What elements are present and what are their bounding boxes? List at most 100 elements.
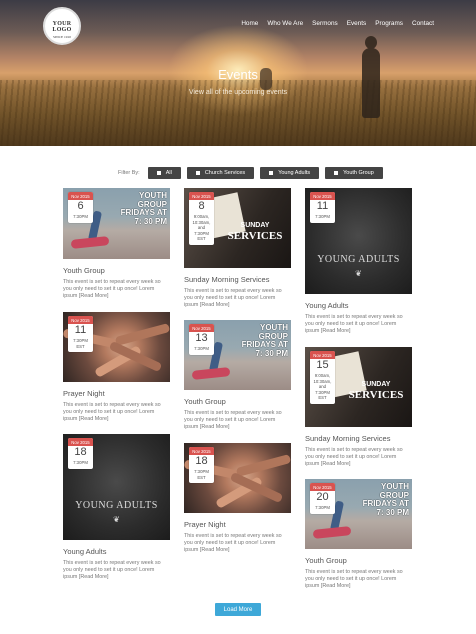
date-day: 20 [316,491,329,503]
filter-all-button[interactable]: All [147,167,181,179]
event-image-text: YOUTH GROUP FRIDAYS AT 7: 30 PM [241,323,288,358]
logo-text: YOUR LOGO [52,21,72,33]
nav-events[interactable]: Events [347,20,367,27]
hero-banner: YOUR LOGO SINCE 1910 Home Who We Are Ser… [0,0,476,146]
event-description: This event is set to repeat every week s… [63,402,161,422]
nav-who-we-are[interactable]: Who We Are [267,20,303,27]
event-card[interactable]: Nov 2015 11 7:30PM EST Prayer Night This eve… [63,312,170,423]
event-image[interactable]: Nov 2015 11 7:30PM EST [63,312,170,382]
date-day: 13 [195,332,208,344]
date-month: Nov 2015 [189,192,214,200]
filter-button-label: Youth Group [343,170,374,176]
date-day: 6 [77,200,84,212]
hand [235,454,291,477]
event-card[interactable]: YOUNG ADULTS ❦ Nov 2015 18 7:30PM Young Adult… [63,434,170,581]
event-card[interactable]: YOUTH GROUP FRIDAYS AT 7: 30 PM Nov 2015 1… [184,320,291,431]
event-time: 9:00am, 10:30am, and 7:30PM EST [192,214,211,242]
event-title[interactable]: Young Adults [63,547,170,556]
event-card[interactable]: YOUTH GROUP FRIDAYS AT 7: 30 PM Nov 2015 6… [63,188,170,300]
load-more-button[interactable]: Load More [215,603,261,616]
page-subtitle: View all of the upcoming events [188,89,288,96]
event-image[interactable]: YOUTH GROUP FRIDAYS AT 7: 30 PM Nov 2015 6… [63,188,170,259]
event-image[interactable]: YOUNG ADULTS ❦ Nov 2015 18 7:30PM [63,434,170,540]
event-description: This event is set to repeat every week s… [305,447,403,467]
event-description: This event is set to repeat every week s… [184,410,282,430]
filter-church-services-button[interactable]: Church Services [186,167,255,179]
skateboard [312,526,352,539]
date-badge: Nov 2015 11 7:30PM [310,192,335,223]
event-description: This event is set to repeat every week s… [184,533,282,553]
event-image-text: YOUTH GROUP FRIDAYS AT 7: 30 PM [120,191,167,226]
date-badge: Nov 2015 13 7:30PM [189,324,214,355]
event-image[interactable]: SUNDAY SERVICES Nov 2015 15 9:00am, 10:30am,… [305,347,412,427]
event-image-text: YOUNG ADULTS [317,253,400,265]
event-description: This event is set to repeat every week s… [63,279,161,299]
event-card[interactable]: SUNDAY SERVICES Nov 2015 8 9:00am, 10:30am, … [184,188,291,309]
event-image[interactable]: SUNDAY SERVICES Nov 2015 8 9:00am, 10:30am, … [184,188,291,268]
event-image[interactable]: YOUNG ADULTS ❦ Nov 2015 11 7:30PM [305,188,412,294]
event-time: 7:30PM EST [73,338,88,349]
skateboard [70,236,110,249]
date-day: 15 [316,359,329,371]
event-image[interactable]: YOUTH GROUP FRIDAYS AT 7: 30 PM Nov 2015 2… [305,479,412,549]
date-month: Nov 2015 [310,483,335,491]
event-title[interactable]: Youth Group [305,556,412,565]
filter-youth-group-button[interactable]: Youth Group [325,167,383,179]
date-day: 11 [316,200,329,212]
site-logo[interactable]: YOUR LOGO SINCE 1910 [43,7,81,45]
event-image-text: YOUTH GROUP FRIDAYS AT 7: 30 PM [362,482,409,517]
event-description: This event is set to repeat every week s… [305,569,403,589]
hand [114,323,170,346]
event-title[interactable]: Youth Group [184,397,291,406]
event-title[interactable]: Sunday Morning Services [305,434,412,443]
logo-subtext: SINCE 1910 [53,35,71,39]
event-card[interactable]: Nov 2015 18 7:30PM EST Prayer Night This eve… [184,443,291,554]
event-card[interactable]: YOUNG ADULTS ❦ Nov 2015 11 7:30PM Young Adult… [305,188,412,335]
event-time: 7:30PM [73,214,88,219]
event-image[interactable]: Nov 2015 18 7:30PM EST [184,443,291,513]
event-time: 7:30PM EST [194,469,209,480]
page-title: Events [218,67,258,82]
grid-icon [195,171,200,175]
event-title[interactable]: Sunday Morning Services [184,275,291,284]
image-text-line: SUNDAY [240,221,270,229]
image-text-line: SERVICES [348,388,404,401]
date-badge: Nov 2015 8 9:00am, 10:30am, and 7:30PM EST [189,192,214,245]
event-title[interactable]: Youth Group [63,266,170,275]
date-month: Nov 2015 [310,192,335,200]
event-card[interactable]: SUNDAY SERVICES Nov 2015 15 9:00am, 10:30am,… [305,347,412,468]
filter-label: Filter By: [118,170,140,176]
main-nav: Home Who We Are Sermons Events Programs … [241,20,434,27]
leaf-icon: ❦ [355,268,362,278]
event-description: This event is set to repeat every week s… [184,288,282,308]
date-month: Nov 2015 [189,447,214,455]
filter-young-adults-button[interactable]: Young Adults [260,167,320,179]
nav-sermons[interactable]: Sermons [312,20,338,27]
date-month: Nov 2015 [68,316,93,324]
date-badge: Nov 2015 18 7:30PM [68,438,93,469]
person-silhouette [362,36,380,118]
event-title[interactable]: Prayer Night [184,520,291,529]
date-month: Nov 2015 [189,324,214,332]
event-card[interactable]: YOUTH GROUP FRIDAYS AT 7: 30 PM Nov 2015 2… [305,479,412,590]
grid-icon [334,171,339,175]
date-day: 18 [74,446,87,458]
nav-contact[interactable]: Contact [412,20,434,27]
event-title[interactable]: Young Adults [305,301,412,310]
date-month: Nov 2015 [310,351,335,359]
nav-home[interactable]: Home [241,20,258,27]
date-month: Nov 2015 [68,438,93,446]
date-badge: Nov 2015 6 7:30PM [68,192,93,223]
event-image[interactable]: YOUTH GROUP FRIDAYS AT 7: 30 PM Nov 2015 1… [184,320,291,390]
image-text-line: SUNDAY [361,380,391,388]
grid-icon [269,171,274,175]
event-title[interactable]: Prayer Night [63,389,170,398]
date-month: Nov 2015 [68,192,93,200]
date-badge: Nov 2015 15 9:00am, 10:30am, and 7:30PM ES… [310,351,335,404]
event-image-text: SUNDAY SERVICES [345,381,407,401]
nav-programs[interactable]: Programs [375,20,403,27]
event-time: 7:30PM [315,214,330,219]
grid-icon [156,171,161,175]
date-badge: Nov 2015 20 7:30PM [310,483,335,514]
date-day: 18 [195,455,208,467]
